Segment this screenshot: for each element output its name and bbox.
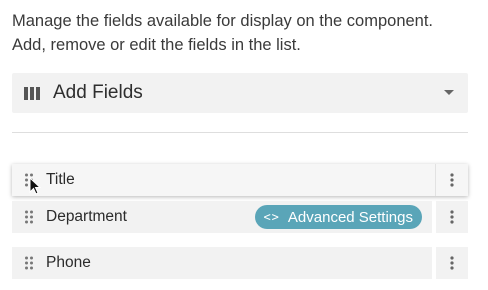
field-row-body: Department <> Advanced Settings bbox=[12, 201, 432, 233]
field-row-body: Phone bbox=[12, 247, 432, 279]
field-label: Phone bbox=[46, 254, 91, 271]
advanced-settings-label: Advanced Settings bbox=[287, 208, 413, 226]
drag-handle-icon[interactable] bbox=[12, 210, 46, 224]
add-fields-dropdown[interactable]: Add Fields bbox=[12, 73, 468, 113]
field-row-phone[interactable]: Phone bbox=[12, 247, 468, 279]
description-line-2: Add, remove or edit the fields in the li… bbox=[12, 36, 301, 54]
drag-handle-icon[interactable] bbox=[12, 256, 46, 270]
advanced-settings-button[interactable]: <> Advanced Settings bbox=[255, 205, 422, 229]
columns-icon bbox=[24, 86, 40, 100]
more-vertical-icon[interactable] bbox=[436, 164, 468, 196]
more-vertical-icon[interactable] bbox=[436, 201, 468, 233]
field-label: Department bbox=[46, 208, 127, 225]
description: Manage the fields available for display … bbox=[12, 9, 482, 57]
field-row-department[interactable]: Department <> Advanced Settings bbox=[12, 201, 468, 233]
more-vertical-icon[interactable] bbox=[436, 247, 468, 279]
field-label: Title bbox=[46, 171, 75, 188]
add-fields-label: Add Fields bbox=[53, 82, 143, 103]
divider bbox=[12, 132, 468, 133]
description-line-1: Manage the fields available for display … bbox=[12, 12, 434, 30]
mouse-pointer-icon bbox=[29, 177, 41, 195]
code-icon: <> bbox=[263, 210, 280, 224]
field-row-body: Title bbox=[12, 164, 436, 196]
caret-down-icon bbox=[444, 90, 454, 95]
field-row-title[interactable]: Title bbox=[12, 164, 468, 196]
